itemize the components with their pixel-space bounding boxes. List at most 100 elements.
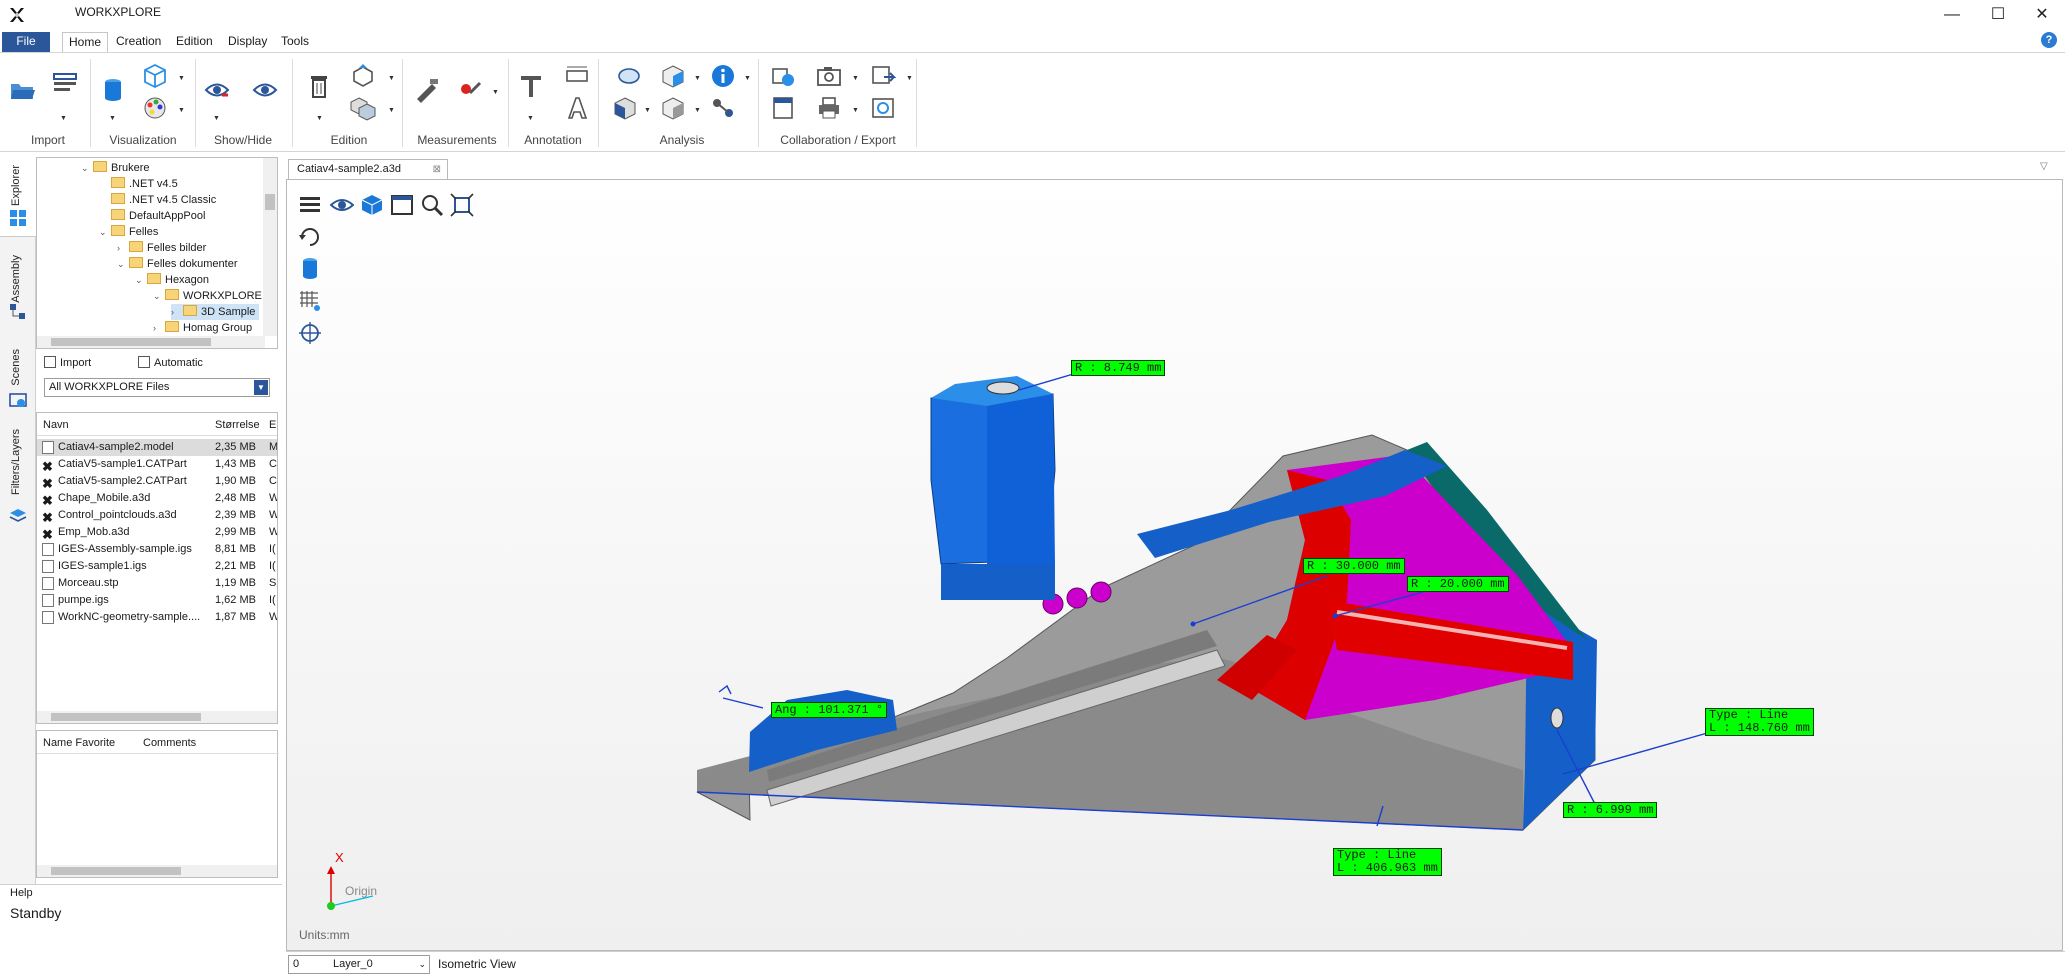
chevron-down-icon[interactable]: ▽ xyxy=(2040,161,2048,172)
chevron-down-icon[interactable]: ▼ xyxy=(492,89,499,96)
table-row[interactable]: ✖ CatiaV5-sample1.CATPart 1,43 MB C xyxy=(37,456,277,473)
chevron-down-icon[interactable]: ▼ xyxy=(388,107,395,114)
caliper-icon[interactable] xyxy=(412,75,442,105)
dimension-icon[interactable] xyxy=(562,61,592,91)
tree-item-selected[interactable]: › 3D Sample xyxy=(171,304,260,320)
print-icon[interactable] xyxy=(814,93,844,123)
chevron-down-icon[interactable]: ▼ xyxy=(178,107,185,114)
table-row[interactable]: pumpe.igs 1,62 MB I( xyxy=(37,592,277,609)
tree-item[interactable]: ⌄ Felles xyxy=(99,224,158,240)
chevron-down-icon[interactable]: ▼ xyxy=(60,115,67,122)
file-type-select[interactable]: All WORKXPLORE Files ▼ xyxy=(44,378,270,397)
chevron-down-icon[interactable]: ▼ xyxy=(644,107,651,114)
chevron-down-icon[interactable]: ▼ xyxy=(213,115,220,122)
import-list-icon[interactable] xyxy=(50,69,80,99)
favorites-hscrollbar[interactable] xyxy=(37,865,277,877)
dimension-label-r3[interactable]: R : 20.000 mm xyxy=(1407,576,1509,592)
tree-item[interactable]: ⌄ Brukere xyxy=(81,160,150,176)
palette-icon[interactable] xyxy=(140,93,170,123)
chevron-down-icon[interactable]: ▼ xyxy=(316,115,323,122)
tree-scrollbar[interactable] xyxy=(263,158,277,336)
tab-home[interactable]: Home xyxy=(62,32,109,52)
table-row[interactable]: ✖ Chape_Mobile.a3d 2,48 MB W xyxy=(37,490,277,507)
report-icon[interactable] xyxy=(768,93,798,123)
close-button[interactable]: ✕ xyxy=(2022,2,2062,28)
tree-item[interactable]: .NET v4.5 Classic xyxy=(99,192,216,208)
chevron-down-icon[interactable]: ▼ xyxy=(388,75,395,82)
tree-item[interactable]: DefaultAppPool xyxy=(99,208,205,224)
table-row[interactable]: IGES-sample1.igs 2,21 MB I( xyxy=(37,558,277,575)
cylinder-icon[interactable] xyxy=(98,75,128,105)
import-checkbox[interactable]: Import xyxy=(44,356,91,369)
table-row[interactable]: ✖ CatiaV5-sample2.CATPart 1,90 MB C xyxy=(37,473,277,490)
text-annotation-icon[interactable] xyxy=(516,71,546,101)
dimension-label-r2[interactable]: R : 30.000 mm xyxy=(1303,558,1405,574)
section-cube-icon[interactable] xyxy=(610,93,640,123)
compare-cube-icon[interactable] xyxy=(658,93,688,123)
delete-icon[interactable] xyxy=(304,71,334,101)
table-row[interactable]: IGES-Assembly-sample.igs 8,81 MB I( xyxy=(37,541,277,558)
dimension-label-line1[interactable]: Type : Line L : 148.760 mm xyxy=(1705,708,1814,736)
close-tab-icon[interactable]: ⊠ xyxy=(433,160,441,179)
document-tab[interactable]: Catiav4-sample2.a3d ⊠ xyxy=(288,159,448,179)
file-menu[interactable]: File xyxy=(2,32,50,52)
dimension-label-angle[interactable]: Ang : 101.371 ° xyxy=(771,702,888,718)
chevron-down-icon[interactable]: ▼ xyxy=(694,75,701,82)
tree-item[interactable]: ⌄ Hexagon xyxy=(135,272,209,288)
transform-icon[interactable] xyxy=(348,61,378,91)
chevron-down-icon[interactable]: ▼ xyxy=(852,107,859,114)
tree-item[interactable]: ⌄ WORKXPLORE xyxy=(153,288,262,304)
column-header-name[interactable]: Navn xyxy=(43,419,69,431)
tree-hscrollbar[interactable] xyxy=(37,336,265,348)
tab-scenes[interactable]: Scenes xyxy=(10,349,22,386)
tab-edition[interactable]: Edition xyxy=(170,32,219,52)
cad-model[interactable] xyxy=(287,180,2063,951)
publish-icon[interactable] xyxy=(868,93,898,123)
column-header-favorite[interactable]: Name Favorite xyxy=(43,737,115,749)
video-icon[interactable] xyxy=(768,61,798,91)
chevron-down-icon[interactable]: ▼ xyxy=(906,75,913,82)
chevron-down-icon[interactable]: ▼ xyxy=(178,75,185,82)
automatic-checkbox[interactable]: Automatic xyxy=(138,356,203,369)
camera-icon[interactable] xyxy=(814,61,844,91)
chevron-down-icon[interactable]: ▼ xyxy=(109,115,116,122)
table-row[interactable]: ✖ Emp_Mob.a3d 2,99 MB W xyxy=(37,524,277,541)
tree-item[interactable]: .NET v4.5 xyxy=(99,176,178,192)
analysis-cube-icon[interactable] xyxy=(658,61,688,91)
info-icon[interactable] xyxy=(708,61,738,91)
graph-nodes-icon[interactable] xyxy=(708,93,738,123)
dimension-label-r1[interactable]: R : 8.749 mm xyxy=(1071,360,1166,376)
tab-explorer[interactable]: Explorer xyxy=(10,165,22,206)
tree-item[interactable]: ⌄ Felles dokumenter xyxy=(117,256,238,272)
layer-select[interactable]: 0 Layer_0 ⌄ xyxy=(288,955,430,974)
font-icon[interactable] xyxy=(562,93,592,123)
chevron-down-icon[interactable]: ▼ xyxy=(694,107,701,114)
tab-tools[interactable]: Tools xyxy=(275,32,315,52)
column-header-size[interactable]: Størrelse xyxy=(215,419,260,431)
minimize-button[interactable]: — xyxy=(1932,2,1972,28)
analysis-shape-icon[interactable] xyxy=(614,61,644,91)
tab-filters-layers[interactable]: Filters/Layers xyxy=(10,429,22,495)
copy-object-icon[interactable] xyxy=(348,93,378,123)
dimension-label-r4[interactable]: R : 6.999 mm xyxy=(1563,802,1658,818)
maximize-button[interactable]: ☐ xyxy=(1978,2,2018,28)
hide-eye-icon[interactable] xyxy=(202,75,232,105)
tree-item[interactable]: › Felles bilder xyxy=(117,240,206,256)
tree-item[interactable]: › Homag Group xyxy=(153,320,252,336)
table-row[interactable]: WorkNC-geometry-sample.... 1,87 MB W xyxy=(37,609,277,626)
tab-assembly[interactable]: Assembly xyxy=(10,255,22,303)
table-row[interactable]: Morceau.stp 1,19 MB SI xyxy=(37,575,277,592)
table-row[interactable]: ✖ Control_pointclouds.a3d 2,39 MB W xyxy=(37,507,277,524)
open-folder-icon[interactable] xyxy=(8,75,38,105)
tab-creation[interactable]: Creation xyxy=(110,32,167,52)
measure-point-icon[interactable] xyxy=(456,75,486,105)
column-header-comments[interactable]: Comments xyxy=(143,737,196,749)
tab-display[interactable]: Display xyxy=(222,32,273,52)
show-eye-icon[interactable] xyxy=(250,75,280,105)
chevron-down-icon[interactable]: ▼ xyxy=(852,75,859,82)
column-header-ext[interactable]: El xyxy=(269,419,277,431)
table-row[interactable]: Catiav4-sample2.model 2,35 MB M xyxy=(37,439,277,456)
cube-wireframe-icon[interactable] xyxy=(140,61,170,91)
chevron-down-icon[interactable]: ▼ xyxy=(744,75,751,82)
help-icon[interactable]: ? xyxy=(2041,32,2057,48)
